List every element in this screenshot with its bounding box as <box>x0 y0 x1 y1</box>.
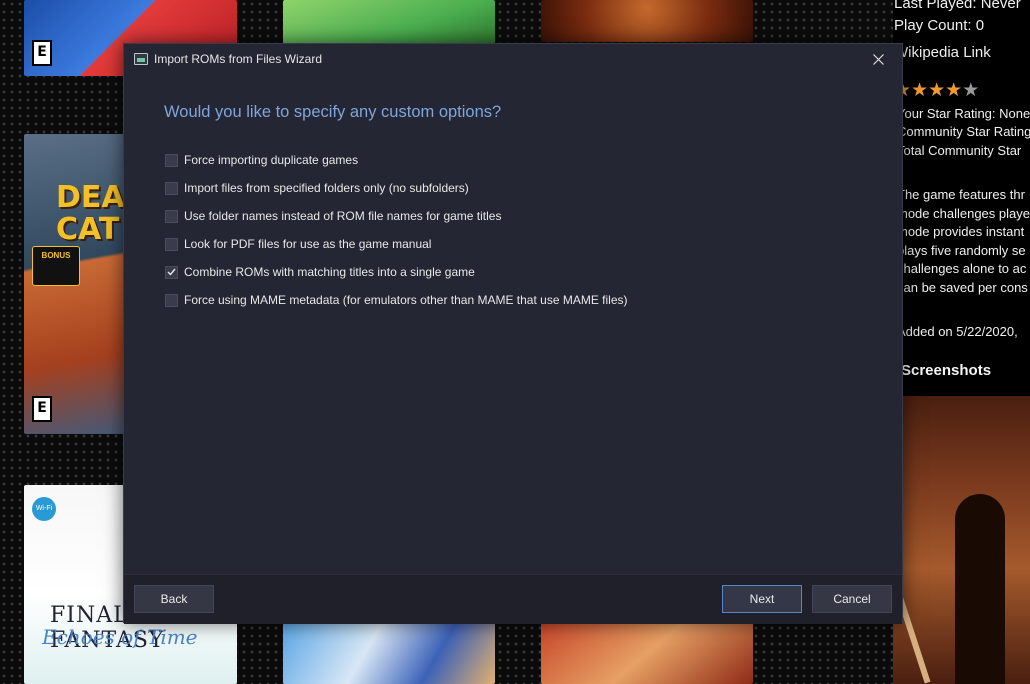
checkmark-icon <box>167 268 176 276</box>
option-force-duplicates[interactable]: Force importing duplicate games <box>165 146 628 174</box>
last-played-text: Last Played: Never <box>894 0 1021 12</box>
wizard-question: Would you like to specify any custom opt… <box>164 103 502 121</box>
dialog-title: Import ROMs from Files Wizard <box>154 52 323 66</box>
close-button[interactable] <box>856 44 902 75</box>
star-filled-icon[interactable]: ★ <box>928 79 945 101</box>
game-details-panel: Last Played: Never Play Count: 0 Wikiped… <box>893 0 1030 684</box>
cover-subtitle: Echoes of Time <box>42 625 198 649</box>
option-label: Use folder names instead of ROM file nam… <box>184 209 502 223</box>
star-filled-icon[interactable]: ★ <box>911 79 928 101</box>
option-folder-names[interactable]: Use folder names instead of ROM file nam… <box>165 202 628 230</box>
checkbox[interactable] <box>165 237 178 251</box>
app-icon <box>134 53 148 65</box>
close-icon <box>873 54 884 65</box>
esrb-rating-badge: E <box>32 40 52 66</box>
back-button[interactable]: Back <box>134 585 214 613</box>
option-pdf-manual[interactable]: Look for PDF files for use as the game m… <box>165 230 628 258</box>
option-label: Look for PDF files for use as the game m… <box>184 237 432 251</box>
option-label: Combine ROMs with matching titles into a… <box>184 265 475 279</box>
game-cover-fire[interactable] <box>541 0 753 42</box>
star-half-icon[interactable]: ★ <box>945 79 962 101</box>
description-line: mode challenges playe <box>897 205 1030 221</box>
community-star-rating-text: Community Star Rating <box>897 124 1030 139</box>
option-mame-metadata[interactable]: Force using MAME metadata (for emulators… <box>165 286 628 314</box>
checkbox[interactable] <box>165 153 178 167</box>
game-screenshot[interactable] <box>893 396 1030 684</box>
option-no-subfolders[interactable]: Import files from specified folders only… <box>165 174 628 202</box>
checkbox[interactable] <box>165 293 178 307</box>
star-empty-icon[interactable]: ★ <box>962 79 979 101</box>
game-cover-red[interactable] <box>541 623 753 684</box>
description-line: The game features thr <box>897 187 1025 202</box>
screenshot-arch <box>955 494 1005 684</box>
dialog-footer: Back Next Cancel <box>124 574 902 624</box>
added-on-text: Added on 5/22/2020, <box>897 324 1018 339</box>
checkbox[interactable] <box>165 181 178 195</box>
cancel-button[interactable]: Cancel <box>812 585 892 613</box>
checkbox-checked[interactable] <box>165 265 178 279</box>
option-combine-roms[interactable]: Combine ROMs with matching titles into a… <box>165 258 628 286</box>
esrb-rating-badge: E <box>32 396 52 422</box>
checkbox[interactable] <box>165 209 178 223</box>
next-button[interactable]: Next <box>722 585 802 613</box>
game-cover-anime[interactable] <box>283 623 495 684</box>
wikipedia-link[interactable]: Wikipedia Link <box>894 44 991 61</box>
your-star-rating-text: Your Star Rating: None <box>897 106 1030 121</box>
total-community-star-text: Total Community Star <box>897 143 1022 158</box>
play-count-text: Play Count: 0 <box>894 17 985 34</box>
description-line: plays five randomly se <box>897 242 1026 258</box>
description-line: mode provides instant <box>897 224 1025 239</box>
description-line: challenges alone to ac <box>897 261 1027 276</box>
import-roms-wizard-dialog: Import ROMs from Files Wizard Would you … <box>123 43 903 624</box>
screenshots-heading: Screenshots <box>901 362 992 379</box>
game-cover-animal-crossing[interactable] <box>283 0 495 44</box>
custom-options-list: Force importing duplicate games Import f… <box>165 146 628 314</box>
game-description: The game features thr mode challenges pl… <box>897 186 1030 297</box>
wifi-badge: Wi-Fi <box>32 497 56 521</box>
option-label: Import files from specified folders only… <box>184 181 469 195</box>
option-label: Force importing duplicate games <box>184 153 359 167</box>
star-rating[interactable]: ★★★★★ <box>894 79 979 101</box>
option-label: Force using MAME metadata (for emulators… <box>184 293 628 307</box>
cover-bonus-badge: BONUS <box>32 246 80 286</box>
dialog-titlebar[interactable]: Import ROMs from Files Wizard <box>124 44 902 75</box>
description-line: can be saved per cons <box>897 279 1028 295</box>
